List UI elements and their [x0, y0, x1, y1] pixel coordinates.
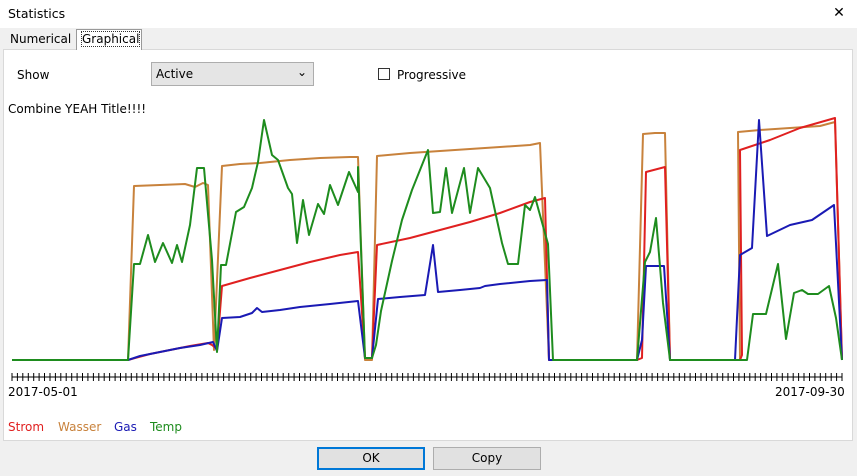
- x-axis: [11, 373, 843, 381]
- series-layer: [12, 117, 843, 361]
- legend-temp: Temp: [150, 420, 182, 434]
- copy-button[interactable]: Copy: [433, 447, 541, 470]
- legend-gas: Gas: [114, 420, 137, 434]
- wasser-line: [12, 121, 843, 361]
- x-tick-start: 2017-05-01: [8, 385, 78, 399]
- temp-line: [12, 119, 843, 361]
- x-tick-end: 2017-09-30: [775, 385, 845, 399]
- gas-line: [12, 119, 843, 361]
- line-chart: [11, 117, 843, 381]
- legend-strom: Strom: [8, 420, 45, 434]
- legend-wasser: Wasser: [58, 420, 102, 434]
- ok-button[interactable]: OK: [317, 447, 425, 470]
